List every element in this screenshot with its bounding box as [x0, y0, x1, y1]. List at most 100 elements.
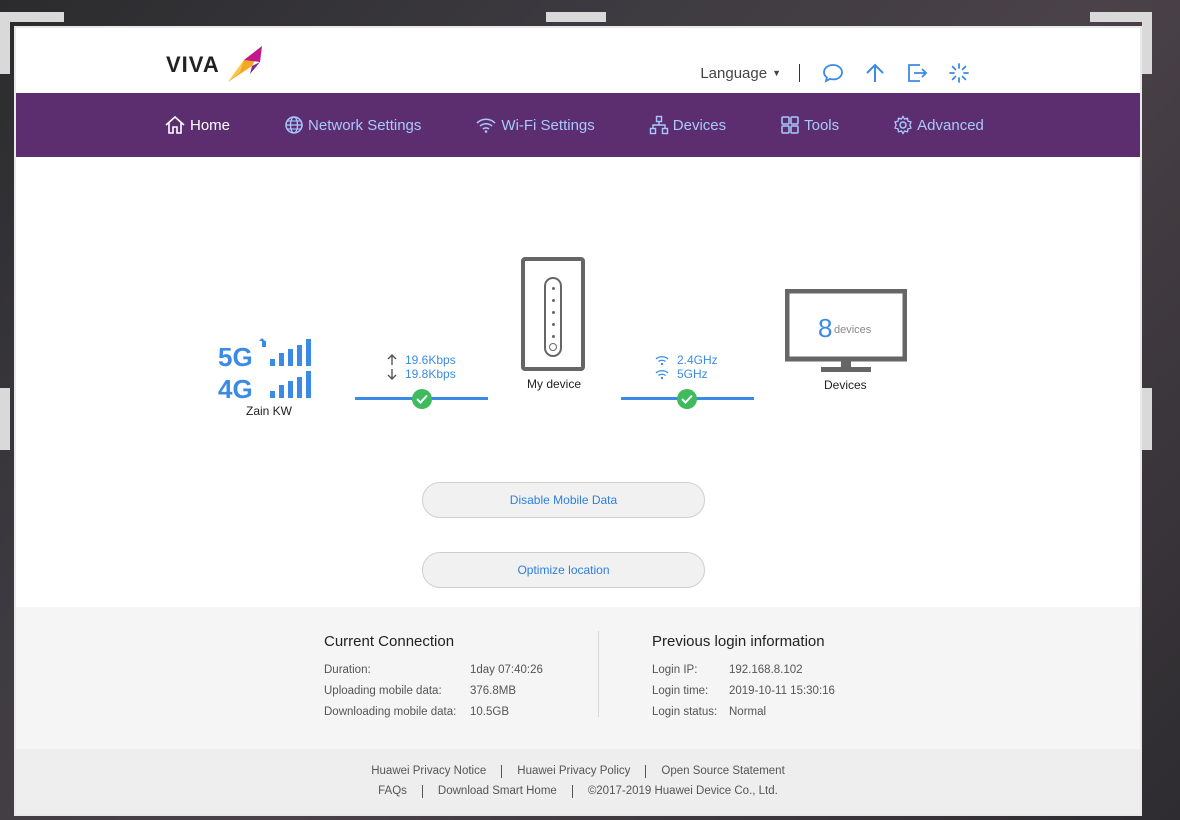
nav-devices[interactable]: Devices: [649, 115, 726, 135]
logout-icon[interactable]: [906, 62, 928, 84]
nav-advanced[interactable]: Advanced: [893, 115, 984, 135]
wifi-small-icon: [655, 355, 669, 365]
nav-devices-label: Devices: [672, 116, 727, 134]
tools-grid-icon: [781, 116, 799, 134]
home-icon: [165, 115, 185, 134]
devices-unit: devices: [834, 324, 872, 336]
devices-label: Devices: [824, 378, 867, 392]
disable-mobile-data-button[interactable]: Disable Mobile Data: [422, 482, 705, 518]
footer: Huawei Privacy Notice Huawei Privacy Pol…: [16, 749, 1140, 814]
footer-divider: [421, 785, 423, 798]
download-speed: 19.8Kbps: [387, 367, 456, 381]
logo-text: VIVA: [166, 52, 220, 77]
info-value: 192.168.8.102: [729, 663, 803, 676]
checkmark-icon: [416, 394, 428, 404]
info-value: Normal: [729, 705, 767, 718]
loading-spinner-icon[interactable]: [948, 62, 970, 84]
open-source-link[interactable]: Open Source Statement: [661, 765, 784, 778]
footer-divider: [645, 765, 647, 778]
info-row: Login IP: 192.168.8.102: [652, 659, 835, 680]
nav-network-settings[interactable]: Network Settings: [284, 115, 421, 135]
caret-down-icon: ▼: [772, 68, 781, 78]
upload-arrow-icon[interactable]: [864, 62, 886, 84]
nav-home-label: Home: [190, 116, 231, 134]
frame-corner: [1142, 388, 1152, 450]
info-value: 2019-10-11 15:30:16: [729, 684, 835, 697]
band-5-label: 5GHz: [677, 367, 708, 381]
info-key: Login status:: [652, 705, 718, 718]
header-tools: Language ▼: [700, 62, 980, 84]
info-row: Duration: 1day 07:40:26: [324, 659, 543, 680]
globe-icon: [285, 116, 303, 134]
upload-speed: 19.6Kbps: [387, 353, 456, 367]
connection-status-panel: 5G 4G Zain KW 19.6Kbps 19.8Kbps My devic…: [16, 157, 1140, 607]
network-signal-icon: 5G 4G: [218, 338, 311, 401]
band-24-label: 2.4GHz: [677, 353, 718, 367]
nav-tools-label: Tools: [804, 116, 840, 134]
devices-network-icon: [649, 115, 668, 135]
info-key: Duration:: [324, 663, 371, 676]
down-arrow-icon: [387, 369, 397, 380]
wifi-icon: [476, 118, 496, 133]
info-key: Downloading mobile data:: [324, 705, 457, 718]
frame-corner: [1142, 12, 1152, 74]
nav-tools[interactable]: Tools: [780, 115, 839, 135]
nav-wifi-settings[interactable]: Wi-Fi Settings: [475, 116, 595, 134]
previous-login-title: Previous login information: [652, 633, 825, 650]
info-value: 10.5GB: [470, 705, 509, 718]
footer-divider: [571, 785, 573, 798]
download-speed-value: 19.8Kbps: [405, 367, 456, 381]
connected-devices-monitor-icon[interactable]: 8 devices: [785, 289, 907, 375]
frame-corner: [0, 12, 10, 74]
info-row: Login status: Normal: [652, 701, 835, 722]
faqs-link[interactable]: FAQs: [378, 785, 407, 798]
nav-network-settings-label: Network Settings: [308, 116, 422, 134]
info-row: Uploading mobile data: 376.8MB: [324, 680, 543, 701]
main-nav: Home Network Settings Wi-Fi Settings Dev…: [16, 93, 1140, 157]
my-device-icon[interactable]: [521, 257, 585, 371]
my-device-label: My device: [527, 377, 582, 391]
copyright-text: ©2017-2019 Huawei Device Co., Ltd.: [587, 785, 778, 797]
viva-logo[interactable]: VIVA: [164, 42, 264, 86]
current-connection-title: Current Connection: [324, 633, 455, 650]
header: VIVA Language ▼: [16, 28, 1140, 93]
checkmark-icon: [681, 394, 693, 404]
info-row: Login time: 2019-10-11 15:30:16: [652, 680, 835, 701]
upload-speed-value: 19.6Kbps: [405, 353, 456, 367]
language-label: Language: [700, 64, 768, 82]
wifi-band-24: 2.4GHz: [655, 353, 718, 367]
footer-links-row: Huawei Privacy Notice Huawei Privacy Pol…: [16, 765, 1140, 778]
info-divider: [598, 631, 599, 717]
wan-status-check: [412, 389, 432, 409]
info-value: 1day 07:40:26: [470, 663, 543, 676]
footer-divider: [501, 765, 503, 778]
download-smart-home-link[interactable]: Download Smart Home: [438, 785, 557, 798]
wifi-band-5: 5GHz: [655, 367, 708, 381]
network-5g-text: 5G: [218, 342, 253, 372]
nav-wifi-settings-label: Wi-Fi Settings: [501, 116, 595, 134]
connection-info-panel: Current Connection Duration: 1day 07:40:…: [16, 607, 1140, 749]
frame-corner: [546, 12, 606, 22]
optimize-location-button[interactable]: Optimize location: [422, 552, 705, 588]
frame-corner: [0, 388, 10, 450]
nav-advanced-label: Advanced: [917, 116, 984, 134]
language-dropdown[interactable]: Language ▼: [700, 65, 781, 82]
wifi-small-icon: [655, 369, 669, 379]
header-divider: [799, 64, 800, 82]
lan-status-check: [677, 389, 697, 409]
logo-star-icon: [228, 46, 262, 82]
info-value: 376.8MB: [470, 684, 517, 697]
nav-home[interactable]: Home: [164, 115, 230, 135]
up-arrow-icon: [387, 354, 397, 365]
info-key: Uploading mobile data:: [324, 684, 442, 697]
privacy-notice-link[interactable]: Huawei Privacy Notice: [371, 765, 486, 778]
network-4g-text: 4G: [218, 374, 253, 401]
current-connection-section: Current Connection Duration: 1day 07:40:…: [324, 633, 543, 722]
previous-login-section: Previous login information Login IP: 192…: [652, 633, 835, 722]
devices-count: 8: [818, 313, 832, 343]
info-row: Downloading mobile data: 10.5GB: [324, 701, 543, 722]
gear-icon: [894, 115, 913, 135]
chat-icon[interactable]: [822, 62, 844, 84]
privacy-policy-link[interactable]: Huawei Privacy Policy: [517, 765, 630, 778]
router-web-page: VIVA Language ▼ Home Network Settings Wi…: [16, 28, 1140, 814]
